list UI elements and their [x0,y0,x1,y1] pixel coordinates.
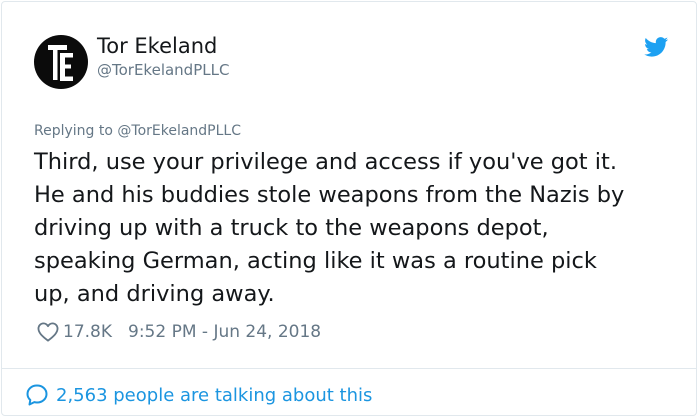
conversation-link[interactable]: 2,563 people are talking about this [25,383,372,407]
heart-icon[interactable] [37,322,59,342]
tweet-text: Third, use your privilege and access if … [34,146,684,311]
tweet-timestamp[interactable]: 9:52 PM - Jun 24, 2018 [128,322,321,342]
tweet-text-line: driving up with a truck to the weapons d… [34,215,549,241]
reply-handle-link[interactable]: @TorEkelandPLLC [117,123,241,139]
tweet-text-line: speaking German, acting like it was a ro… [34,248,597,274]
tweet-meta: 17.8K 9:52 PM - Jun 24, 2018 [37,320,321,344]
card-divider [2,368,696,369]
tweet-text-line: He and his buddies stole weapons from th… [34,182,625,208]
conversation-label: 2,563 people are talking about this [56,384,373,406]
te-monogram-logo [48,45,73,81]
like-count[interactable]: 17.8K [63,322,112,342]
author-avatar[interactable] [34,35,88,89]
twitter-bird-icon[interactable] [644,37,669,57]
replying-to-label: Replying to [34,123,113,139]
tweet-card: Tor Ekeland @TorEkelandPLLC Replying to … [1,1,697,416]
replying-to-line: Replying to @TorEkelandPLLC [34,122,241,140]
author-display-name[interactable]: Tor Ekeland [97,33,217,59]
tweet-text-line: up, and driving away. [34,281,275,307]
tweet-text-line: Third, use your privilege and access if … [34,149,618,175]
speech-bubble-icon [26,384,48,406]
author-handle[interactable]: @TorEkelandPLLC [97,61,229,79]
